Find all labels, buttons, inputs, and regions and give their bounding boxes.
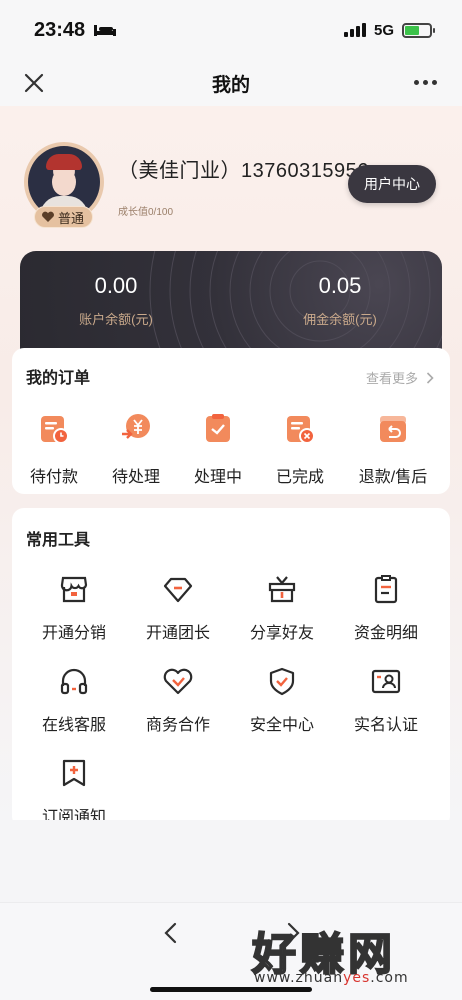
orders-card: 我的订单 查看更多 待付款 待处理 处理中 已完成 退款/售后: [12, 348, 450, 494]
shop-name: （美佳门业）13760315956: [118, 160, 369, 182]
sleep-mode-icon: [94, 25, 117, 36]
see-more-link[interactable]: 查看更多: [366, 368, 434, 387]
headset-icon: [60, 668, 88, 695]
close-icon[interactable]: [22, 71, 46, 95]
refund-icon: [380, 416, 406, 442]
order-completed[interactable]: 已完成: [255, 412, 345, 487]
tool-label: 订阅通知: [41, 809, 106, 820]
store-icon: [60, 576, 88, 603]
growth-value: 成长值0/100: [118, 207, 174, 218]
order-label: 已完成: [275, 469, 324, 486]
order-processing[interactable]: 处理中: [173, 412, 263, 487]
level-badge: 普通: [34, 206, 94, 228]
commission-balance[interactable]: 0.05 佣金余额(元): [260, 273, 420, 328]
tool-business-coop[interactable]: 商务合作: [126, 666, 230, 735]
tool-real-name[interactable]: 实名认证: [334, 666, 438, 735]
watermark-url-highlight: yes: [343, 970, 371, 986]
watermark-url: www.zhuanyes.com: [254, 970, 409, 986]
id-card-icon: [371, 669, 401, 694]
more-options-button[interactable]: [414, 70, 440, 94]
tool-label: 安全中心: [249, 717, 314, 734]
chevron-right-icon: [426, 371, 434, 384]
account-balance-label: 账户余额(元): [79, 312, 153, 327]
user-center-button[interactable]: 用户中心: [348, 165, 436, 203]
account-balance-value: 0.00: [94, 273, 138, 298]
gift-icon: [268, 576, 296, 603]
watermark-url-prefix: www.zhuan: [254, 970, 344, 986]
tool-open-distribution[interactable]: 开通分销: [22, 574, 126, 643]
processing-icon: [206, 414, 230, 442]
see-more-label: 查看更多: [365, 371, 418, 386]
watermark-url-suffix: .com: [370, 970, 409, 986]
account-balance[interactable]: 0.00 账户余额(元): [36, 273, 196, 328]
tool-security-center[interactable]: 安全中心: [230, 666, 334, 735]
heart-icon: [42, 211, 54, 222]
tool-label: 分享好友: [249, 625, 314, 642]
tool-fund-details[interactable]: 资金明细: [334, 574, 438, 643]
diamond-icon: [163, 577, 193, 603]
signal-icon: [343, 23, 366, 37]
nav-bar: 我的: [0, 60, 462, 106]
commission-balance-value: 0.05: [318, 273, 362, 298]
orders-title: 我的订单: [26, 370, 91, 387]
completed-icon: [287, 416, 315, 444]
tool-label: 商务合作: [145, 717, 210, 734]
tool-label: 资金明细: [353, 625, 418, 642]
tool-open-leader[interactable]: 开通团长: [126, 574, 230, 643]
shield-icon: [269, 667, 295, 696]
watermark: 好赚网 www.zhuanyes.com: [251, 918, 452, 988]
bookmark-icon: [62, 759, 86, 787]
profile-page: 普通 （美佳门业）13760315956 成长值0/100 用户中心 0.00 …: [0, 106, 462, 820]
profile-header: 普通 （美佳门业）13760315956 成长值0/100 用户中心: [0, 106, 462, 246]
order-pending-process[interactable]: 待处理: [91, 412, 181, 487]
network-label: 5G: [373, 21, 394, 39]
order-label: 处理中: [193, 469, 242, 486]
status-time: 23:48: [34, 19, 117, 42]
time-text: 23:48: [34, 18, 86, 41]
commission-balance-label: 佣金余额(元): [303, 312, 377, 327]
order-pending-payment[interactable]: 待付款: [9, 412, 99, 487]
status-bar: 23:48 5G: [0, 0, 462, 60]
order-refund[interactable]: 退款/售后: [348, 412, 438, 487]
tools-card: 常用工具 开通分销 开通团长 分享好友 资金明细 在线客服 商务合作 安全中心 …: [12, 508, 450, 820]
tools-title: 常用工具: [26, 532, 91, 549]
pending-process-icon: [122, 414, 150, 439]
battery-icon: [402, 22, 435, 38]
level-label: 普通: [58, 210, 85, 226]
tool-label: 实名认证: [353, 717, 418, 734]
pending-payment-icon: [41, 416, 69, 444]
handshake-icon: [163, 668, 193, 695]
tool-share-friends[interactable]: 分享好友: [230, 574, 334, 643]
tool-label: 开通分销: [41, 625, 106, 642]
tool-label: 在线客服: [41, 717, 106, 734]
balance-card: 0.00 账户余额(元) 0.05 佣金余额(元): [20, 251, 442, 361]
order-label: 待付款: [29, 469, 78, 486]
tool-subscribe-notify[interactable]: 订阅通知: [22, 758, 126, 820]
tool-label: 开通团长: [145, 625, 210, 642]
clipboard-icon: [374, 575, 398, 604]
status-indicators: 5G: [343, 21, 435, 39]
order-label: 待处理: [111, 469, 160, 486]
back-icon[interactable]: [160, 921, 182, 945]
page-title: 我的: [211, 74, 250, 96]
tool-online-service[interactable]: 在线客服: [22, 666, 126, 735]
order-label: 退款/售后: [358, 469, 428, 486]
